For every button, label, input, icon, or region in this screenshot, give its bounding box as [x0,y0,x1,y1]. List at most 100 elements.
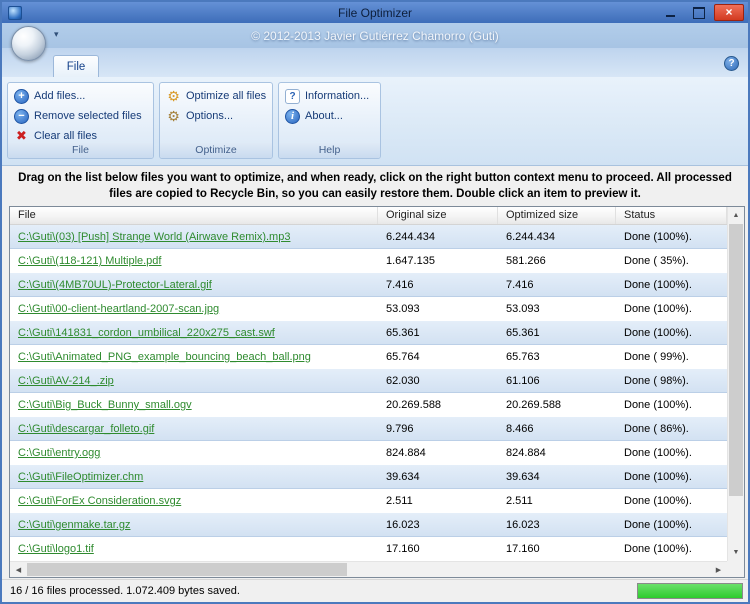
table-row[interactable]: C:\Guti\(03) [Push] Strange World (Airwa… [10,225,727,249]
original-size-cell: 2.511 [378,495,498,507]
table-row[interactable]: C:\Guti\FileOptimizer.chm 39.634 39.634 … [10,465,727,489]
status-cell: Done ( 99%). [616,351,727,363]
quick-access-dropdown-icon[interactable]: ▾ [54,29,59,40]
scroll-right-icon[interactable]: ▶ [710,562,727,577]
file-link[interactable]: C:\Guti\logo1.tif [18,543,94,555]
close-button[interactable] [714,4,744,21]
tab-file[interactable]: File [53,55,99,77]
optimized-size-cell: 6.244.434 [498,231,616,243]
original-size-cell: 39.634 [378,471,498,483]
file-link[interactable]: C:\Guti\descargar_folleto.gif [18,423,154,435]
file-link[interactable]: C:\Guti\Big_Buck_Bunny_small.ogv [18,399,192,411]
table-row[interactable]: C:\Guti\logo1.tif 17.160 17.160 Done (10… [10,537,727,561]
file-link[interactable]: C:\Guti\(118-121) Multiple.pdf [18,255,161,267]
file-link[interactable]: C:\Guti\genmake.tar.gz [18,519,131,531]
optimized-size-cell: 20.269.588 [498,399,616,411]
optimized-size-cell: 2.511 [498,495,616,507]
ribbon-tab-row: File ? [2,48,748,77]
maximize-button[interactable] [686,4,711,21]
table-row[interactable]: C:\Guti\00-client-heartland-2007-scan.jp… [10,297,727,321]
table-row[interactable]: C:\Guti\entry.ogg 824.884 824.884 Done (… [10,441,727,465]
remove-selected-files-button[interactable]: Remove selected files [11,106,150,126]
scroll-left-icon[interactable]: ◀ [10,562,27,577]
ribbon-group-optimize: Optimize all files Options... Optimize [159,82,273,159]
table-row[interactable]: C:\Guti\141831_cordon_umbilical_220x275_… [10,321,727,345]
optimized-size-cell: 16.023 [498,519,616,531]
information-button[interactable]: Information... [282,86,377,106]
options-label: Options... [186,110,233,122]
column-header-status[interactable]: Status [616,207,727,224]
window-title: File Optimizer [2,6,748,20]
app-window: File Optimizer © 2012-2013 Javier Gutiér… [0,0,750,604]
table-row[interactable]: C:\Guti\AV-214_.zip 62.030 61.106 Done (… [10,369,727,393]
optimize-icon [166,89,181,104]
window-controls [658,4,744,21]
original-size-cell: 20.269.588 [378,399,498,411]
optimize-all-files-button[interactable]: Optimize all files [163,86,269,106]
original-size-cell: 1.647.135 [378,255,498,267]
vertical-scroll-thumb[interactable] [729,224,743,496]
table-row[interactable]: C:\Guti\Big_Buck_Bunny_small.ogv 20.269.… [10,393,727,417]
vertical-scrollbar[interactable]: ▲ ▼ [727,207,744,561]
status-cell: Done ( 98%). [616,375,727,387]
original-size-cell: 53.093 [378,303,498,315]
file-link[interactable]: C:\Guti\(4MB70UL)-Protector-Lateral.gif [18,279,212,291]
horizontal-scroll-thumb[interactable] [27,563,347,576]
add-files-button[interactable]: Add files... [11,86,150,106]
table-row[interactable]: C:\Guti\Animated_PNG_example_bouncing_be… [10,345,727,369]
scrollbar-corner [727,561,744,577]
title-bar: File Optimizer [2,2,748,23]
file-link[interactable]: C:\Guti\ForEx Consideration.svgz [18,495,181,507]
optimized-size-cell: 581.266 [498,255,616,267]
status-cell: Done (100%). [616,495,727,507]
file-link[interactable]: C:\Guti\FileOptimizer.chm [18,471,143,483]
table-row[interactable]: C:\Guti\descargar_folleto.gif 9.796 8.46… [10,417,727,441]
original-size-cell: 6.244.434 [378,231,498,243]
minimize-button[interactable] [658,4,683,21]
help-icon[interactable]: ? [724,56,739,71]
optimize-all-label: Optimize all files [186,90,266,102]
column-header-original-size[interactable]: Original size [378,207,498,224]
status-cell: Done ( 86%). [616,423,727,435]
file-link[interactable]: C:\Guti\(03) [Push] Strange World (Airwa… [18,231,290,243]
file-link[interactable]: C:\Guti\entry.ogg [18,447,100,459]
ribbon-caption-bar: © 2012-2013 Javier Gutiérrez Chamorro (G… [2,23,748,48]
scroll-up-icon[interactable]: ▲ [728,207,744,224]
progress-fill [638,584,742,598]
application-menu-orb[interactable] [11,26,46,61]
clear-files-label: Clear all files [34,130,97,142]
optimized-size-cell: 824.884 [498,447,616,459]
about-button[interactable]: About... [282,106,377,126]
information-icon [285,89,300,104]
group-label-optimize: Optimize [160,143,272,158]
column-header-file[interactable]: File [10,207,378,224]
file-link[interactable]: C:\Guti\AV-214_.zip [18,375,114,387]
file-link[interactable]: C:\Guti\Animated_PNG_example_bouncing_be… [18,351,311,363]
group-label-help: Help [279,143,380,158]
optimized-size-cell: 7.416 [498,279,616,291]
options-gear-icon [166,109,181,124]
file-link[interactable]: C:\Guti\00-client-heartland-2007-scan.jp… [18,303,219,315]
remove-files-label: Remove selected files [34,110,142,122]
scroll-down-icon[interactable]: ▼ [728,544,744,561]
table-row[interactable]: C:\Guti\genmake.tar.gz 16.023 16.023 Don… [10,513,727,537]
horizontal-scrollbar[interactable]: ◀ ▶ [10,561,727,577]
ribbon-group-file: Add files... Remove selected files Clear… [7,82,154,159]
table-row[interactable]: C:\Guti\ForEx Consideration.svgz 2.511 2… [10,489,727,513]
status-cell: Done (100%). [616,543,727,555]
ribbon-body: Add files... Remove selected files Clear… [2,77,748,166]
clear-files-icon [14,129,29,144]
status-cell: Done (100%). [616,399,727,411]
file-link[interactable]: C:\Guti\141831_cordon_umbilical_220x275_… [18,327,275,339]
file-list-body: C:\Guti\(03) [Push] Strange World (Airwa… [10,225,727,561]
table-row[interactable]: C:\Guti\(4MB70UL)-Protector-Lateral.gif … [10,273,727,297]
options-button[interactable]: Options... [163,106,269,126]
column-header-optimized-size[interactable]: Optimized size [498,207,616,224]
original-size-cell: 7.416 [378,279,498,291]
content-area: Drag on the list below files you want to… [2,166,748,602]
group-label-file: File [8,143,153,158]
optimized-size-cell: 65.361 [498,327,616,339]
table-row[interactable]: C:\Guti\(118-121) Multiple.pdf 1.647.135… [10,249,727,273]
status-cell: Done ( 35%). [616,255,727,267]
status-text: 16 / 16 files processed. 1.072.409 bytes… [10,585,240,597]
